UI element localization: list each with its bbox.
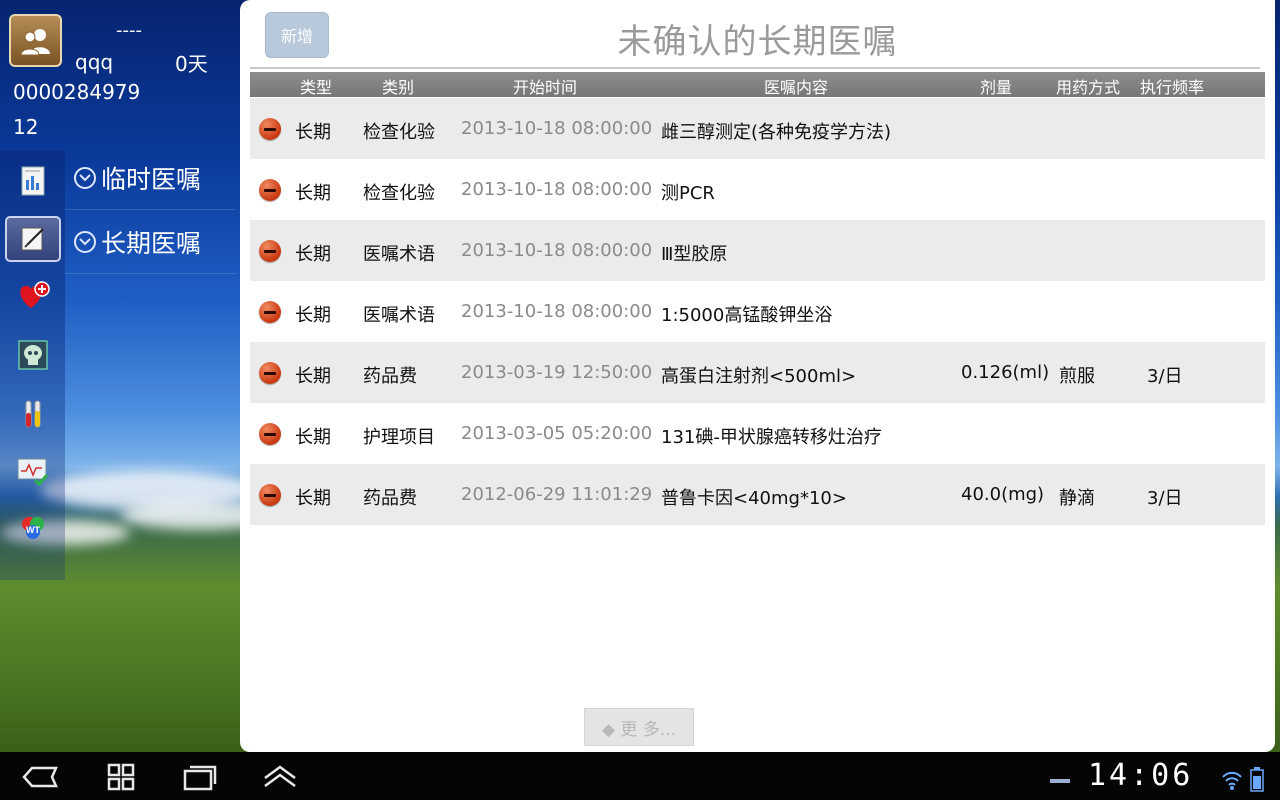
bed-number: 12 bbox=[13, 115, 39, 139]
column-header-start-time: 开始时间 bbox=[513, 78, 578, 97]
delete-icon[interactable] bbox=[259, 118, 281, 140]
cell-content: 雌三醇测定(各种免疫学方法) bbox=[661, 122, 892, 143]
table-row[interactable]: 长期 药品费 2013-03-19 12:50:00 高蛋白注射剂<500ml>… bbox=[250, 342, 1265, 403]
column-header-route: 用药方式 bbox=[1056, 78, 1121, 97]
wt-icon[interactable]: WT bbox=[5, 506, 61, 552]
home-icon[interactable] bbox=[106, 762, 136, 792]
chevron-down-icon bbox=[74, 230, 96, 253]
cell-dose: 40.0(mg) bbox=[961, 484, 1045, 505]
recent-apps-icon[interactable] bbox=[182, 762, 218, 792]
cell-category: 护理项目 bbox=[363, 427, 435, 448]
cell-content: 普鲁卡因<40mg*10> bbox=[661, 488, 847, 509]
delete-icon[interactable] bbox=[259, 301, 281, 323]
cell-category: 医嘱术语 bbox=[363, 305, 435, 326]
cell-frequency: 3/日 bbox=[1147, 488, 1183, 509]
menu-temporary-orders[interactable]: 临时医嘱 bbox=[65, 146, 235, 210]
delete-icon[interactable] bbox=[259, 362, 281, 384]
cell-start: 2013-10-18 08:00:00 bbox=[461, 118, 653, 139]
cell-start: 2013-03-19 12:50:00 bbox=[461, 362, 653, 383]
status-clock: 14:06 bbox=[1088, 758, 1194, 793]
table-row[interactable]: 长期 护理项目 2013-03-05 05:20:00 131碘-甲状腺癌转移灶… bbox=[250, 403, 1265, 464]
cell-category: 医嘱术语 bbox=[363, 244, 435, 265]
menu-label: 临时医嘱 bbox=[101, 164, 202, 194]
cell-content: 131碘-甲状腺癌转移灶治疗 bbox=[661, 427, 882, 448]
table-row[interactable]: 长期 检查化验 2013-10-18 08:00:00 测PCR bbox=[250, 159, 1265, 220]
column-header-content: 医嘱内容 bbox=[764, 78, 829, 97]
table-row[interactable]: 长期 医嘱术语 2013-10-18 08:00:00 1:5000高锰酸钾坐浴 bbox=[250, 281, 1265, 342]
battery-icon bbox=[1250, 767, 1264, 792]
cell-category: 药品费 bbox=[363, 488, 417, 509]
user-panel: ---- qqq 0天 0000284979 12 bbox=[0, 0, 240, 150]
users-icon bbox=[19, 28, 50, 55]
menu-up-icon[interactable] bbox=[262, 762, 298, 792]
cell-content: 高蛋白注射剂<500ml> bbox=[661, 366, 857, 387]
cell-start: 2013-10-18 08:00:00 bbox=[461, 301, 653, 322]
cell-route: 煎服 bbox=[1059, 366, 1095, 387]
cell-type: 长期 bbox=[295, 366, 331, 387]
edit-orders-icon[interactable] bbox=[5, 216, 61, 262]
cell-start: 2013-10-18 08:00:00 bbox=[461, 240, 653, 261]
delete-icon[interactable] bbox=[259, 179, 281, 201]
table-row[interactable]: 长期 检查化验 2013-10-18 08:00:00 雌三醇测定(各种免疫学方… bbox=[250, 98, 1265, 159]
column-header-frequency: 执行频率 bbox=[1140, 78, 1205, 97]
delete-icon[interactable] bbox=[259, 240, 281, 262]
days-count: 0天 bbox=[175, 52, 208, 76]
page-title: 未确认的长期医嘱 bbox=[617, 22, 898, 62]
system-bar: 14:06 bbox=[0, 752, 1280, 800]
patient-id: 0000284979 bbox=[13, 80, 141, 104]
add-button[interactable]: 新增 bbox=[265, 12, 329, 58]
cell-content: 1:5000高锰酸钾坐浴 bbox=[661, 305, 833, 326]
cell-category: 药品费 bbox=[363, 366, 417, 387]
main-panel: 未确认的长期医嘱 新增 类型 类别 开始时间 医嘱内容 剂量 用药方式 执行频率… bbox=[240, 0, 1275, 752]
menu-label: 长期医嘱 bbox=[101, 228, 202, 258]
cell-type: 长期 bbox=[295, 244, 331, 265]
back-icon[interactable] bbox=[20, 762, 60, 792]
column-header-category: 类别 bbox=[382, 78, 415, 97]
delete-icon[interactable] bbox=[259, 484, 281, 506]
cell-frequency: 3/日 bbox=[1147, 366, 1183, 387]
table-row[interactable]: 长期 医嘱术语 2013-10-18 08:00:00 Ⅲ型胶原 bbox=[250, 220, 1265, 281]
delete-icon[interactable] bbox=[259, 423, 281, 445]
monitor-check-icon[interactable] bbox=[5, 448, 61, 494]
load-more-button[interactable]: ◆ 更 多... bbox=[584, 708, 694, 746]
table-header: 类型 类别 开始时间 医嘱内容 剂量 用药方式 执行频率 bbox=[250, 72, 1265, 97]
heart-plus-icon[interactable] bbox=[5, 273, 61, 319]
cell-type: 长期 bbox=[295, 122, 331, 143]
cell-dose: 0.126(ml) bbox=[961, 362, 1050, 383]
report-icon[interactable] bbox=[5, 158, 61, 204]
cell-route: 静滴 bbox=[1059, 488, 1095, 509]
minimize-icon[interactable] bbox=[1048, 766, 1072, 796]
avatar[interactable] bbox=[9, 14, 62, 67]
chevron-down-icon bbox=[74, 166, 96, 189]
user-name: ---- bbox=[116, 20, 142, 41]
wifi-icon bbox=[1222, 771, 1242, 790]
cell-type: 长期 bbox=[295, 488, 331, 509]
username: qqq bbox=[75, 50, 114, 74]
skull-xray-icon[interactable] bbox=[5, 332, 61, 378]
test-tubes-icon[interactable] bbox=[5, 392, 61, 438]
cell-content: Ⅲ型胶原 bbox=[661, 244, 728, 265]
column-header-type: 类型 bbox=[300, 78, 333, 97]
cell-type: 长期 bbox=[295, 305, 331, 326]
cell-start: 2013-03-05 05:20:00 bbox=[461, 423, 653, 444]
column-header-dose: 剂量 bbox=[980, 78, 1013, 97]
cell-category: 检查化验 bbox=[363, 122, 435, 143]
menu-long-term-orders[interactable]: 长期医嘱 bbox=[65, 210, 235, 274]
cell-type: 长期 bbox=[295, 183, 331, 204]
cell-category: 检查化验 bbox=[363, 183, 435, 204]
cell-type: 长期 bbox=[295, 427, 331, 448]
svg-text:WT: WT bbox=[26, 525, 40, 535]
divider bbox=[250, 67, 1260, 69]
cell-start: 2013-10-18 08:00:00 bbox=[461, 179, 653, 200]
table-row[interactable]: 长期 药品费 2012-06-29 11:01:29 普鲁卡因<40mg*10>… bbox=[250, 464, 1265, 525]
orders-table: 长期 检查化验 2013-10-18 08:00:00 雌三醇测定(各种免疫学方… bbox=[250, 98, 1265, 525]
cell-start: 2012-06-29 11:01:29 bbox=[461, 484, 653, 505]
cell-content: 测PCR bbox=[661, 183, 715, 204]
